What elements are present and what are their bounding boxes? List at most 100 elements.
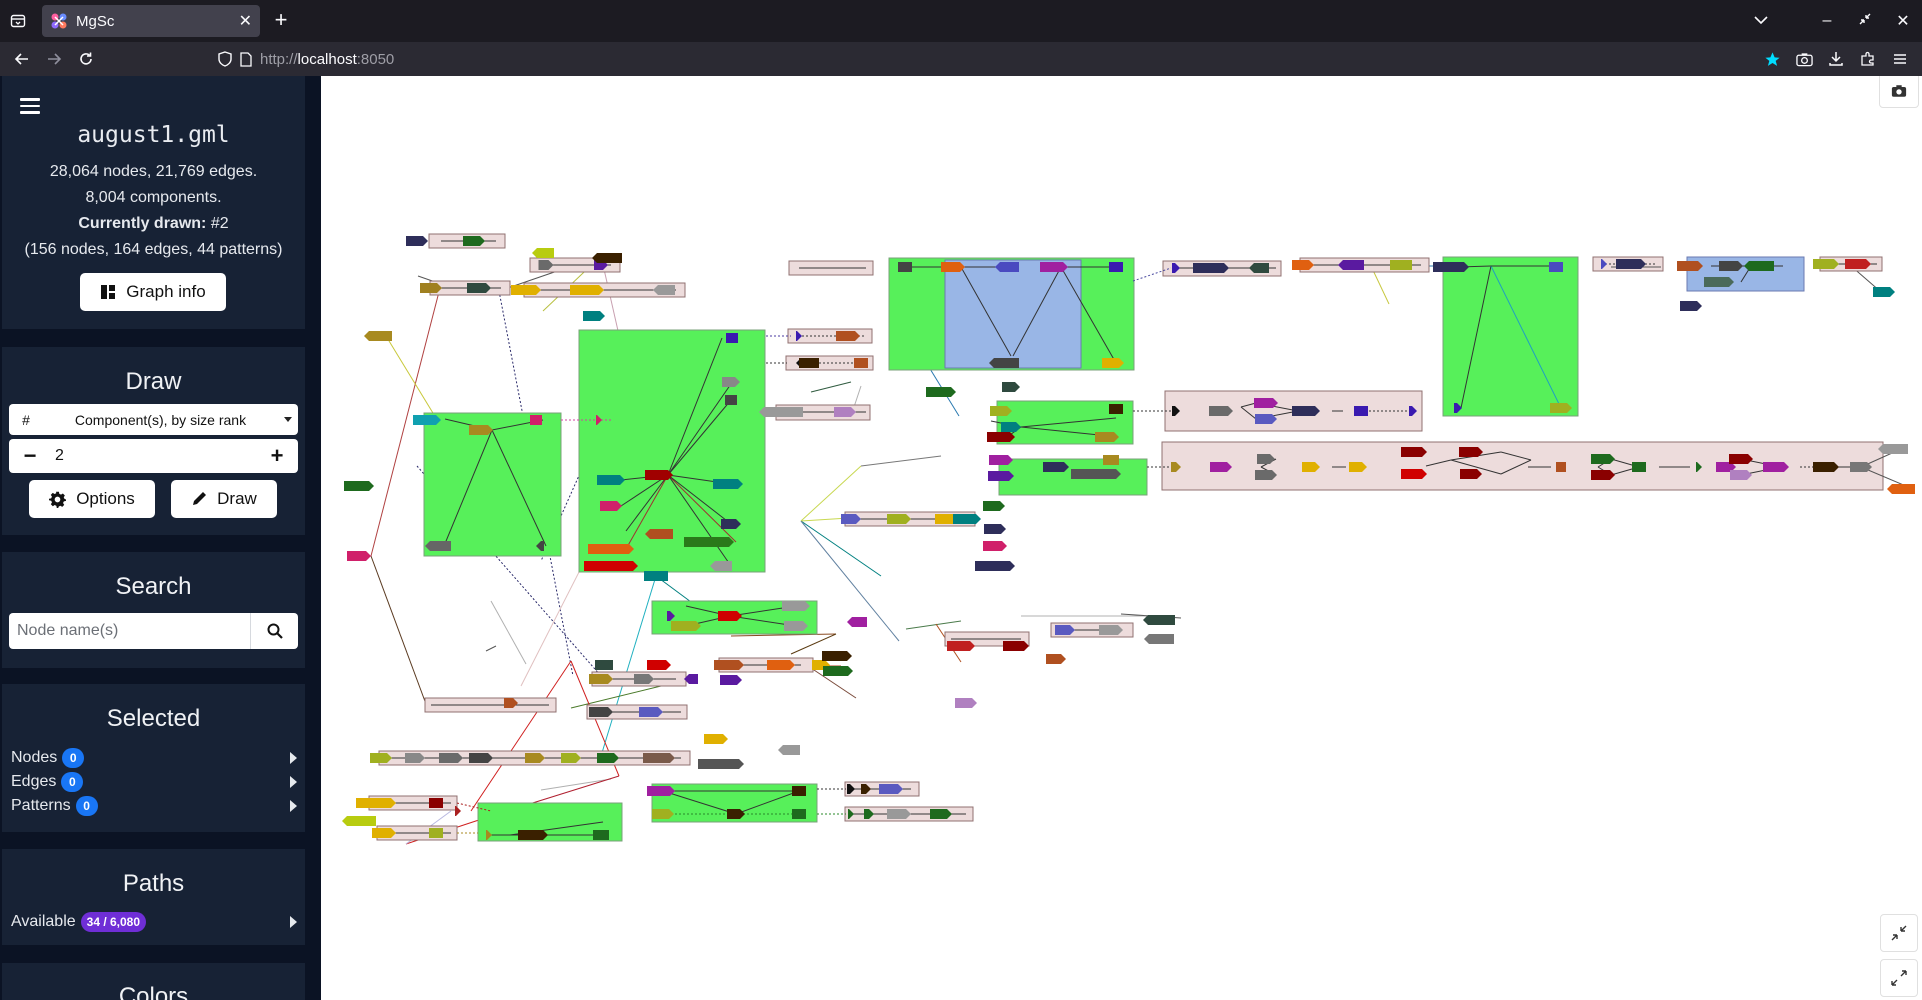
graph-node[interactable] [955, 698, 977, 708]
decrement-button[interactable]: − [9, 443, 51, 469]
graph-node[interactable] [847, 617, 867, 627]
graph-node[interactable] [1887, 484, 1915, 494]
shield-icon[interactable] [218, 51, 232, 67]
graph-node[interactable] [372, 828, 396, 838]
graph-node[interactable] [645, 529, 673, 539]
stepper-value[interactable]: 2 [51, 447, 256, 465]
graph-node[interactable] [1095, 432, 1119, 442]
graph-node[interactable] [364, 331, 392, 341]
close-tab-icon[interactable]: ✕ [239, 11, 252, 31]
selected-patterns-row[interactable]: Patterns 0 [11, 795, 297, 817]
graph-info-button[interactable]: Graph info [80, 273, 226, 311]
graph-node[interactable] [1680, 301, 1702, 311]
graph-node[interactable] [671, 621, 701, 631]
graph-node[interactable] [1433, 262, 1469, 272]
graph-node[interactable] [989, 455, 1013, 465]
bookmark-star-icon[interactable] [1756, 51, 1788, 68]
graph-node[interactable] [439, 753, 463, 763]
graph-node[interactable] [647, 660, 671, 670]
graph-node[interactable] [356, 798, 396, 808]
graph-node[interactable] [1401, 447, 1427, 457]
graph-node[interactable] [469, 425, 493, 435]
graph-node[interactable] [1813, 259, 1839, 269]
graph-node[interactable] [684, 537, 734, 547]
graph-node[interactable] [413, 415, 441, 425]
selected-edges-row[interactable]: Edges 0 [11, 771, 297, 793]
graph-node[interactable] [429, 828, 443, 838]
graph-node[interactable] [792, 786, 806, 796]
graph-node[interactable] [530, 415, 542, 425]
graph-node[interactable] [1046, 654, 1066, 664]
options-button[interactable]: Options [29, 480, 155, 518]
graph-node[interactable] [784, 621, 808, 631]
graph-node[interactable] [347, 551, 371, 561]
graph-node[interactable] [718, 611, 742, 621]
graph-node[interactable] [947, 641, 975, 651]
graph-node[interactable] [1193, 263, 1229, 273]
graph-node[interactable] [987, 432, 1015, 442]
collapse-view-button[interactable] [1880, 914, 1918, 952]
graph-node[interactable] [1677, 261, 1703, 271]
graph-node[interactable] [1763, 462, 1789, 472]
screenshot-camera-icon[interactable] [1788, 52, 1820, 67]
graph-node[interactable] [589, 707, 613, 717]
graph-node[interactable] [645, 470, 673, 480]
graph-node[interactable] [344, 481, 374, 491]
graph-node[interactable] [1144, 634, 1174, 644]
app-menu-icon[interactable] [1884, 53, 1916, 65]
graph-node[interactable] [429, 798, 443, 808]
graph-node[interactable] [1719, 261, 1743, 271]
graph-node[interactable] [725, 395, 737, 405]
graph-node[interactable] [1401, 469, 1427, 479]
graph-node[interactable] [589, 674, 613, 684]
graph-node[interactable] [1616, 259, 1646, 269]
graph-node[interactable] [1744, 261, 1774, 271]
graph-node[interactable] [989, 358, 1019, 368]
graph-canvas[interactable] [321, 76, 1922, 1000]
paths-available-row[interactable]: Available 34 / 6,080 [11, 911, 297, 933]
graph-node[interactable] [406, 236, 428, 246]
graph-node[interactable] [941, 262, 965, 272]
graph-node[interactable] [823, 666, 853, 676]
graph-node[interactable] [983, 541, 1007, 551]
graph-node[interactable] [425, 541, 451, 551]
graph-node[interactable] [1254, 398, 1278, 408]
graph-node[interactable] [592, 253, 622, 263]
tab-overflow-chevron-icon[interactable] [1742, 12, 1780, 30]
graph-drawing[interactable] [321, 76, 1922, 1000]
graph-node[interactable] [511, 285, 541, 295]
fullscreen-button[interactable] [1880, 959, 1918, 997]
graph-node[interactable] [887, 514, 911, 524]
graph-node[interactable] [518, 830, 548, 840]
selected-nodes-row[interactable]: Nodes 0 [11, 747, 297, 769]
graph-node[interactable] [469, 753, 493, 763]
graph-node[interactable] [898, 262, 912, 272]
graph-node[interactable] [1043, 462, 1069, 472]
graph-node[interactable] [1040, 262, 1068, 272]
graph-node[interactable] [643, 753, 675, 763]
graph-node[interactable] [983, 501, 1005, 511]
graph-node[interactable] [593, 830, 609, 840]
graph-node[interactable] [1549, 262, 1563, 272]
graph-node[interactable] [975, 561, 1015, 571]
graph-node[interactable] [782, 601, 810, 611]
graph-node[interactable] [984, 524, 1006, 534]
graph-node[interactable] [570, 285, 604, 295]
graph-node[interactable] [1003, 641, 1029, 651]
graph-node[interactable] [726, 333, 738, 343]
graph-node[interactable] [1873, 287, 1895, 297]
browser-tab-active[interactable]: MgSc ✕ [42, 5, 260, 37]
bubble-cluster[interactable] [1442, 256, 1579, 417]
graph-node[interactable] [639, 707, 663, 717]
graph-node[interactable] [1209, 406, 1233, 416]
bubble-cluster[interactable] [944, 259, 1082, 369]
draw-button[interactable]: Draw [171, 480, 277, 518]
graph-node[interactable] [879, 784, 903, 794]
graph-node[interactable] [713, 479, 743, 489]
graph-node[interactable] [792, 809, 806, 819]
graph-node[interactable] [644, 571, 668, 581]
graph-node[interactable] [887, 809, 911, 819]
graph-node[interactable] [714, 660, 744, 670]
graph-node[interactable] [1002, 382, 1020, 392]
graph-node[interactable] [1878, 444, 1908, 454]
